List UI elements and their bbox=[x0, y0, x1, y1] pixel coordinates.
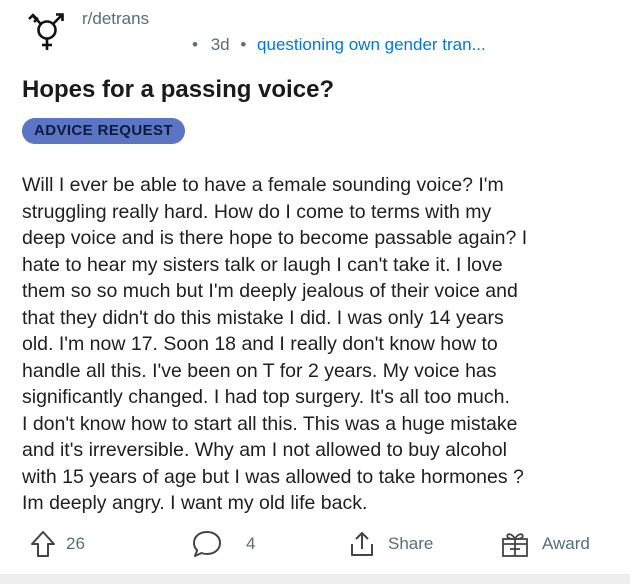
upvote-count: 26 bbox=[66, 534, 85, 553]
post-body: Will I ever be able to have a female sou… bbox=[22, 172, 622, 517]
body-line: and it's irreversible. Why am I not allo… bbox=[22, 439, 507, 461]
comment-count: 4 bbox=[246, 534, 256, 553]
share-button[interactable]: Share bbox=[348, 524, 433, 564]
body-line: deep voice and is there hope to become p… bbox=[22, 227, 528, 249]
meta-separator-2: • bbox=[240, 35, 247, 54]
post-header: r/detrans • 3d • questioning own gender … bbox=[22, 6, 612, 60]
subreddit-name[interactable]: r/detrans bbox=[82, 9, 149, 29]
gender-symbol-icon[interactable] bbox=[26, 10, 68, 52]
gift-box-icon bbox=[502, 533, 528, 557]
body-line: them so so much but I'm deeply jealous o… bbox=[22, 280, 518, 302]
post-flair-tag[interactable]: ADVICE REQUEST bbox=[22, 118, 185, 144]
comments-button[interactable]: 4 bbox=[192, 524, 255, 564]
post-meta: • 3d • questioning own gender tran... bbox=[192, 35, 486, 55]
body-line: hate to hear my sisters talk or laugh I … bbox=[22, 253, 503, 276]
body-line: struggling really hard. How do I come to… bbox=[22, 200, 492, 223]
post-action-bar: 26 4 Share Award bbox=[0, 524, 630, 564]
body-line: that they didn't do this mistake I did. … bbox=[22, 306, 504, 329]
body-line: handle all this. I've been on T for 2 ye… bbox=[22, 359, 497, 382]
body-line: Im deeply angry. I want my old life back… bbox=[22, 492, 368, 514]
body-line: Will I ever be able to have a female sou… bbox=[22, 174, 504, 196]
body-line: I don't know how to start all this. This… bbox=[22, 412, 518, 435]
post-age: 3d bbox=[210, 35, 230, 54]
body-line: significantly changed. I had top surgery… bbox=[22, 386, 510, 408]
share-label: Share bbox=[388, 534, 434, 553]
meta-separator: • bbox=[192, 35, 198, 54]
post-title[interactable]: Hopes for a passing voice? bbox=[22, 76, 334, 104]
award-label: Award bbox=[542, 534, 590, 553]
upvote-arrow-icon[interactable] bbox=[30, 530, 56, 558]
bottom-divider bbox=[0, 574, 630, 584]
share-icon bbox=[351, 532, 373, 556]
body-line: with 15 years of age but I was allowed t… bbox=[22, 465, 524, 488]
user-flair[interactable]: questioning own gender tran... bbox=[257, 35, 486, 54]
award-button[interactable]: Award bbox=[500, 524, 590, 564]
comment-bubble-icon bbox=[193, 531, 221, 557]
upvote-button[interactable]: 26 bbox=[30, 524, 85, 564]
body-line: old. I'm now 17. Soon 18 and I really do… bbox=[22, 333, 498, 355]
